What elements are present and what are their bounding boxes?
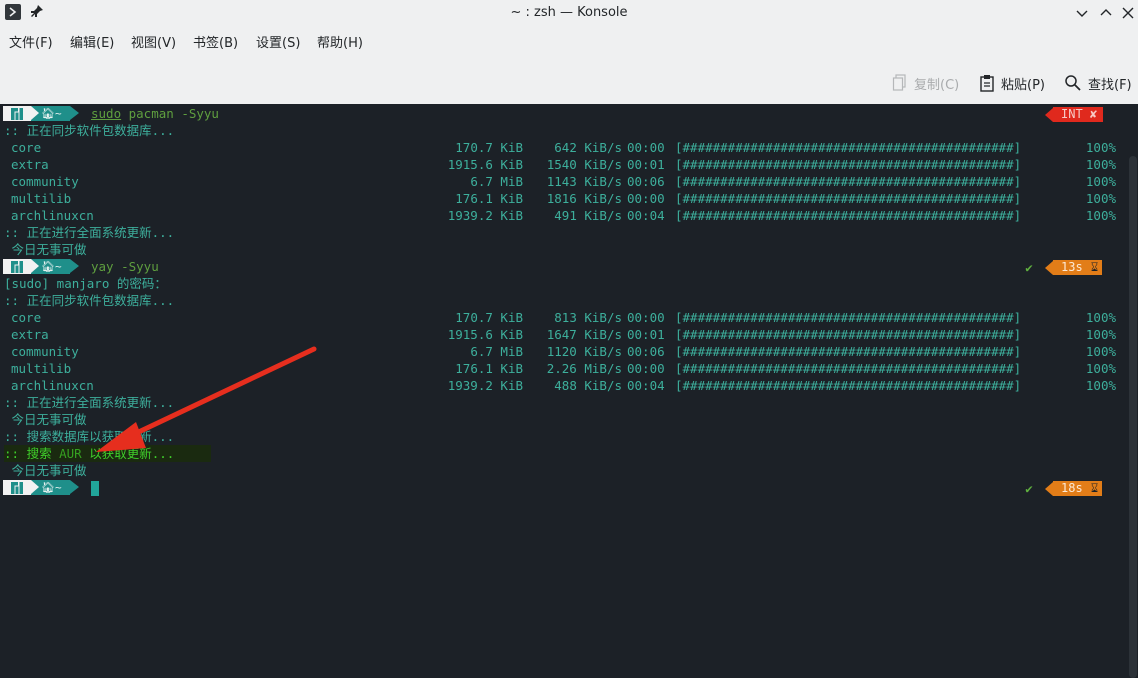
scrollbar[interactable] xyxy=(1129,156,1137,678)
menu-settings[interactable]: 设置(S) xyxy=(256,32,300,56)
minimize-icon[interactable] xyxy=(1073,4,1091,22)
menu-bookmarks[interactable]: 书签(B) xyxy=(193,32,238,56)
copy-button[interactable]: 复制(C) xyxy=(892,68,959,98)
copy-icon xyxy=(892,74,906,91)
paste-label: 粘贴(P) xyxy=(1001,77,1045,93)
close-icon[interactable] xyxy=(1119,4,1137,22)
window-title: ~ : zsh — Konsole xyxy=(510,5,628,20)
copy-label: 复制(C) xyxy=(914,77,960,93)
menu-file[interactable]: 文件(F) xyxy=(9,32,53,56)
find-button[interactable]: 查找(F) xyxy=(1064,68,1132,98)
paste-button[interactable]: 粘贴(P) xyxy=(979,68,1045,98)
toolbar: 复制(C) 粘贴(P) 查找(F) xyxy=(0,68,1138,98)
maximize-icon[interactable] xyxy=(1097,4,1115,22)
paste-icon xyxy=(980,75,994,92)
annotation-arrow xyxy=(96,346,317,452)
search-icon xyxy=(1065,75,1081,91)
title-bar: ~ : zsh — Konsole xyxy=(0,0,1138,26)
menu-edit[interactable]: 编辑(E) xyxy=(70,32,114,56)
terminal-view[interactable]: 🏠︎ ~ sudo pacman -Syyu INT ✘ :: 正在同步软件包数据… xyxy=(0,104,1138,678)
menu-view[interactable]: 视图(V) xyxy=(131,32,176,56)
find-label: 查找(F) xyxy=(1088,77,1132,93)
menu-help[interactable]: 帮助(H) xyxy=(317,32,363,56)
